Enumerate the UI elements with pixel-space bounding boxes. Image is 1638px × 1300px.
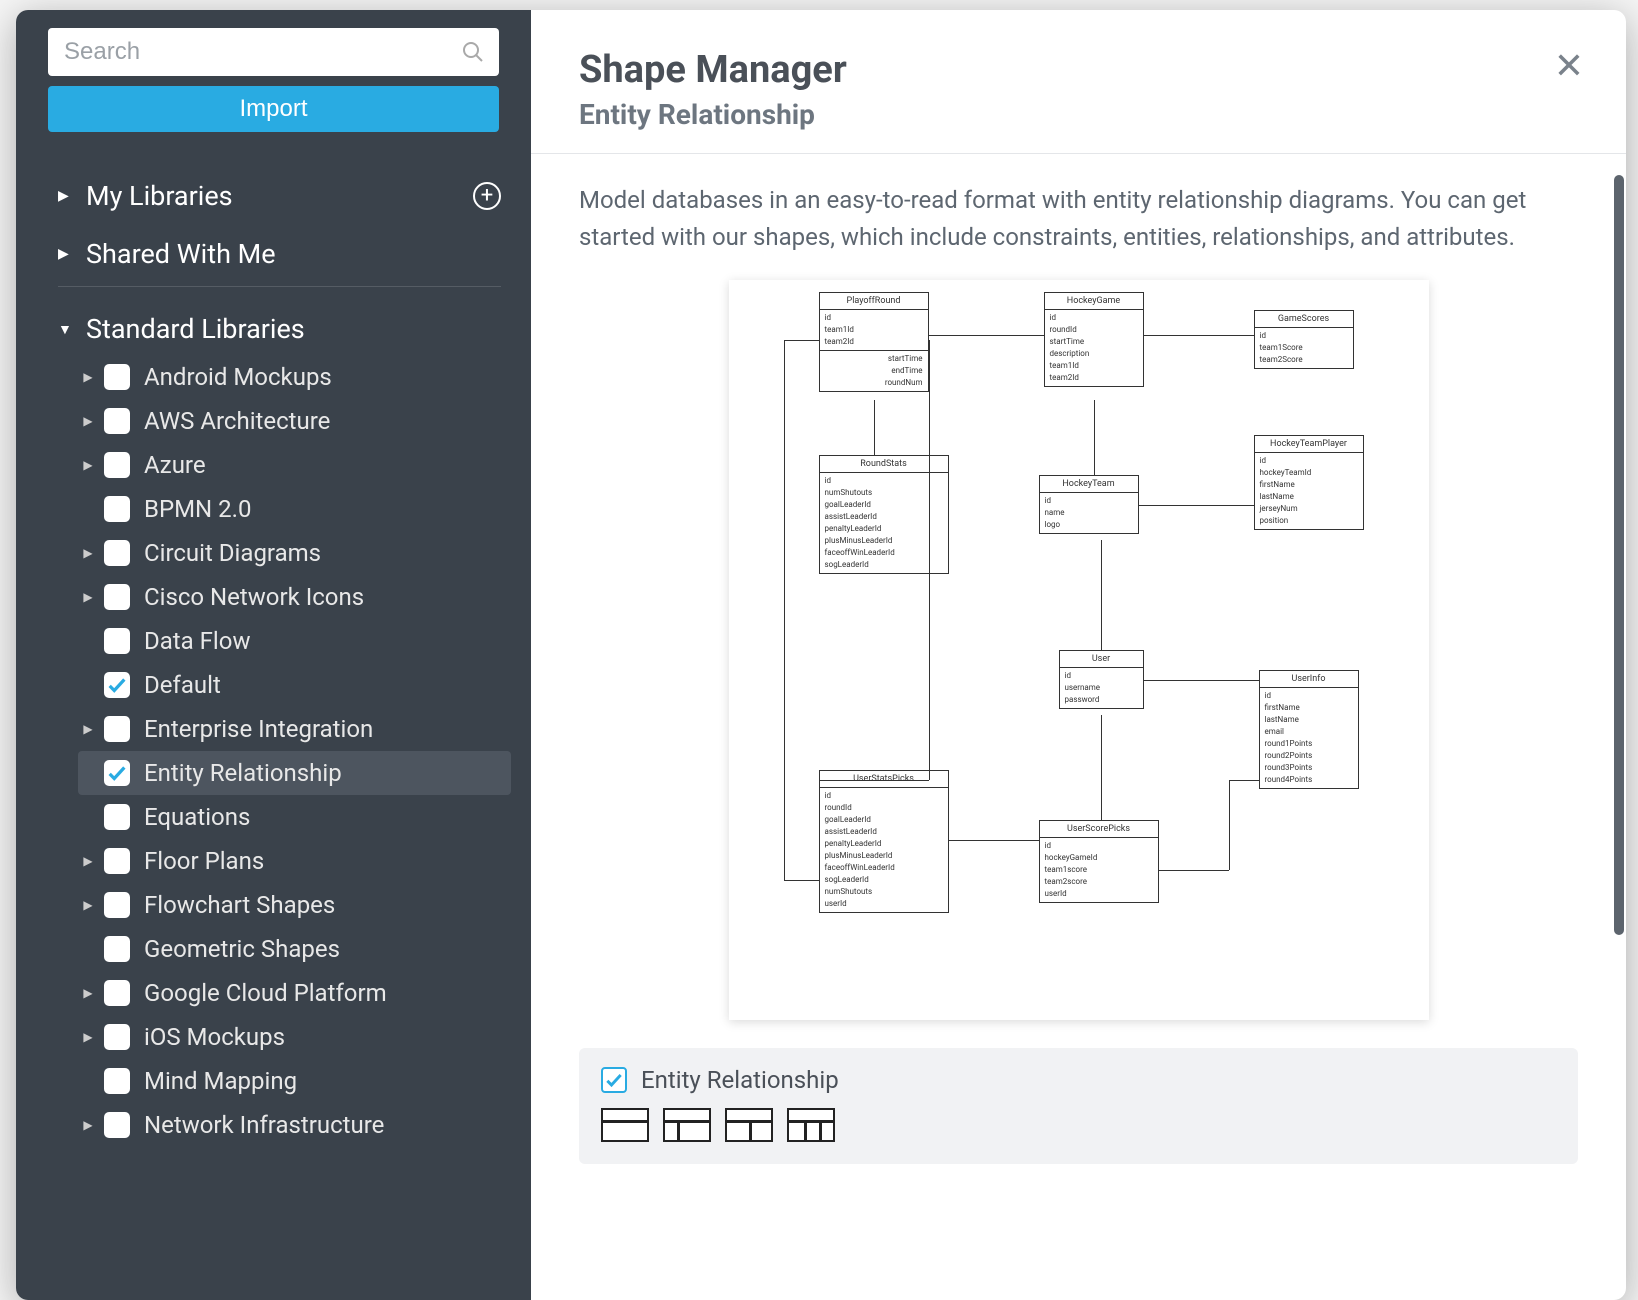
library-label: AWS Architecture: [144, 407, 330, 435]
library-label: Enterprise Integration: [144, 715, 373, 743]
add-library-button[interactable]: +: [473, 182, 501, 210]
library-item[interactable]: ▶ Cisco Network Icons: [78, 575, 511, 619]
section-shared-with-me[interactable]: ▶ Shared With Me: [58, 228, 531, 280]
library-item[interactable]: ▶Data Flow: [78, 619, 511, 663]
library-checkbox[interactable]: [104, 1112, 130, 1138]
entity-shape-icon-1[interactable]: [601, 1108, 649, 1142]
divider: [531, 153, 1626, 154]
shape-group-card: Entity Relationship: [579, 1048, 1578, 1164]
library-label: BPMN 2.0: [144, 495, 251, 523]
description-text: Model databases in an easy-to-read forma…: [579, 182, 1578, 256]
caret-right-icon: ▶: [78, 1118, 98, 1132]
caret-down-icon: ▼: [58, 321, 72, 338]
library-label: Azure: [144, 451, 206, 479]
divider: [58, 286, 501, 287]
library-label: Default: [144, 671, 221, 699]
caret-right-icon: ▶: [78, 458, 98, 472]
section-label: Shared With Me: [86, 238, 276, 270]
library-checkbox[interactable]: [104, 672, 130, 698]
library-checkbox[interactable]: [104, 584, 130, 610]
library-checkbox[interactable]: [104, 364, 130, 390]
shape-icons-row: [601, 1108, 1556, 1142]
library-item[interactable]: ▶Entity Relationship: [78, 751, 511, 795]
entity-shape-icon-4[interactable]: [787, 1108, 835, 1142]
library-item[interactable]: ▶ iOS Mockups: [78, 1015, 511, 1059]
page-title: Shape Manager: [579, 48, 1578, 92]
library-item[interactable]: ▶ Flowchart Shapes: [78, 883, 511, 927]
library-item[interactable]: ▶ Circuit Diagrams: [78, 531, 511, 575]
shape-group-label: Entity Relationship: [641, 1066, 839, 1094]
main-panel: ✕ Shape Manager Entity Relationship Mode…: [531, 10, 1626, 1300]
search-input[interactable]: [48, 38, 461, 66]
caret-right-icon: ▶: [58, 246, 72, 262]
library-label: Floor Plans: [144, 847, 264, 875]
caret-right-icon: ▶: [78, 898, 98, 912]
library-checkbox[interactable]: [104, 628, 130, 654]
library-item[interactable]: ▶Mind Mapping: [78, 1059, 511, 1103]
caret-right-icon: ▶: [78, 414, 98, 428]
library-item[interactable]: ▶ Enterprise Integration: [78, 707, 511, 751]
close-button[interactable]: ✕: [1554, 48, 1584, 84]
library-item[interactable]: ▶Equations: [78, 795, 511, 839]
library-checkbox[interactable]: [104, 540, 130, 566]
section-label: My Libraries: [86, 180, 233, 212]
library-checkbox[interactable]: [104, 848, 130, 874]
library-label: Flowchart Shapes: [144, 891, 335, 919]
import-button[interactable]: Import: [48, 86, 499, 132]
library-item[interactable]: ▶BPMN 2.0: [78, 487, 511, 531]
caret-right-icon: ▶: [78, 1030, 98, 1044]
library-checkbox[interactable]: [104, 760, 130, 786]
library-label: Entity Relationship: [144, 759, 342, 787]
library-item[interactable]: ▶Geometric Shapes: [78, 927, 511, 971]
library-item[interactable]: ▶Default: [78, 663, 511, 707]
library-item[interactable]: ▶ Android Mockups: [78, 355, 511, 399]
section-my-libraries[interactable]: ▶ My Libraries +: [58, 170, 531, 222]
library-checkbox[interactable]: [104, 804, 130, 830]
caret-right-icon: ▶: [78, 986, 98, 1000]
library-tree: ▶ My Libraries + ▶ Shared With Me ▼ Stan…: [16, 170, 531, 1300]
library-label: Android Mockups: [144, 363, 332, 391]
library-checkbox[interactable]: [104, 408, 130, 434]
library-item[interactable]: ▶ Google Cloud Platform: [78, 971, 511, 1015]
search-icon: [461, 40, 485, 64]
section-standard-libraries[interactable]: ▼ Standard Libraries: [58, 303, 531, 355]
shape-group-checkbox[interactable]: [601, 1067, 627, 1093]
library-label: Equations: [144, 803, 250, 831]
caret-right-icon: ▶: [78, 590, 98, 604]
library-item[interactable]: ▶ Network Infrastructure: [78, 1103, 511, 1147]
library-label: Google Cloud Platform: [144, 979, 387, 1007]
caret-right-icon: ▶: [78, 546, 98, 560]
caret-right-icon: ▶: [78, 370, 98, 384]
page-subtitle: Entity Relationship: [579, 98, 1578, 153]
library-checkbox[interactable]: [104, 936, 130, 962]
entity-shape-icon-2[interactable]: [663, 1108, 711, 1142]
library-checkbox[interactable]: [104, 452, 130, 478]
library-label: Circuit Diagrams: [144, 539, 321, 567]
library-checkbox[interactable]: [104, 1024, 130, 1050]
library-label: Mind Mapping: [144, 1067, 297, 1095]
library-item[interactable]: ▶ Floor Plans: [78, 839, 511, 883]
library-item[interactable]: ▶ AWS Architecture: [78, 399, 511, 443]
entity-shape-icon-3[interactable]: [725, 1108, 773, 1142]
search-box: [48, 28, 499, 76]
library-checkbox[interactable]: [104, 980, 130, 1006]
library-item[interactable]: ▶ Azure: [78, 443, 511, 487]
sidebar: Import ▶ My Libraries + ▶ Shared With Me…: [16, 10, 531, 1300]
library-checkbox[interactable]: [104, 1068, 130, 1094]
shape-manager-modal: Import ▶ My Libraries + ▶ Shared With Me…: [16, 10, 1626, 1300]
library-checkbox[interactable]: [104, 892, 130, 918]
caret-right-icon: ▶: [78, 854, 98, 868]
library-checkbox[interactable]: [104, 496, 130, 522]
erd-preview-image: PlayoffRoundidteam1Idteam2IdstartTimeend…: [729, 280, 1429, 1020]
section-label: Standard Libraries: [86, 313, 305, 345]
library-label: Network Infrastructure: [144, 1111, 384, 1139]
library-label: iOS Mockups: [144, 1023, 285, 1051]
caret-right-icon: ▶: [78, 722, 98, 736]
library-label: Cisco Network Icons: [144, 583, 364, 611]
library-label: Data Flow: [144, 627, 251, 655]
library-label: Geometric Shapes: [144, 935, 340, 963]
library-checkbox[interactable]: [104, 716, 130, 742]
caret-right-icon: ▶: [58, 188, 72, 204]
